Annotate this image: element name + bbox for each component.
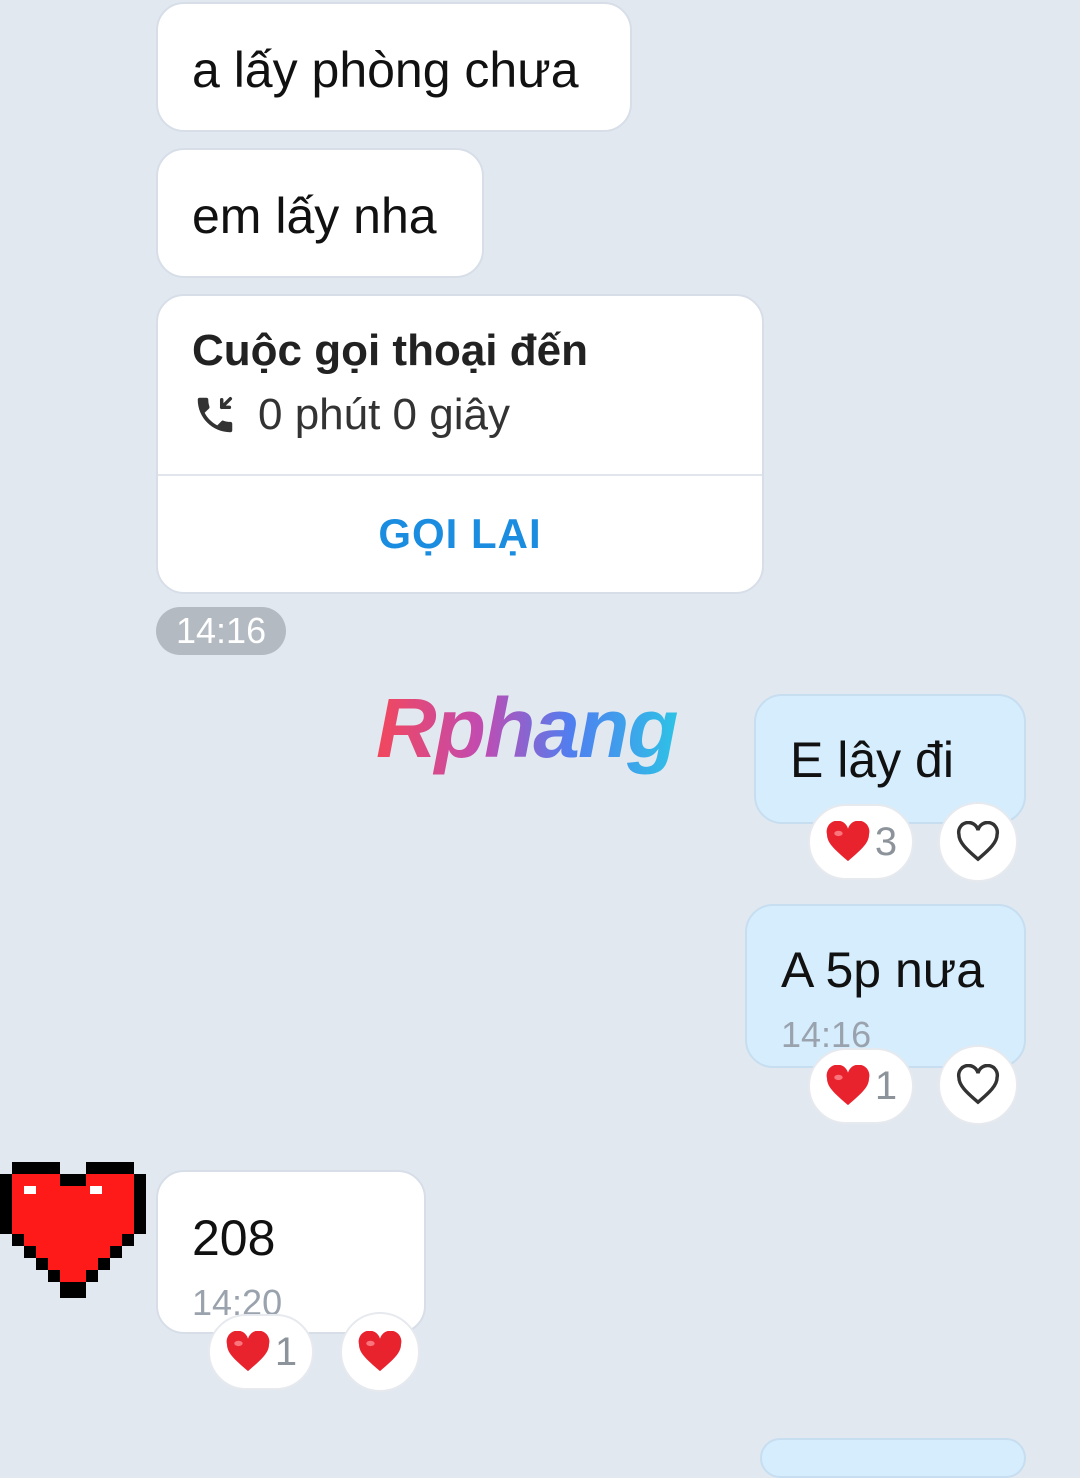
call-duration: 0 phút 0 giây xyxy=(258,390,510,439)
message-bubble-incoming[interactable]: a lấy phòng chưa xyxy=(156,2,632,132)
reaction-summary[interactable]: 3 xyxy=(808,804,914,880)
message-text: 208 xyxy=(192,1210,276,1266)
reaction-count: 1 xyxy=(274,1329,298,1374)
heart-icon xyxy=(826,1065,870,1106)
reaction-count: 3 xyxy=(874,819,898,864)
call-back-button[interactable]: GỌI LẠI xyxy=(158,476,762,592)
heart-outline-icon xyxy=(956,1064,1000,1105)
react-button[interactable] xyxy=(938,802,1018,882)
heart-outline-icon xyxy=(956,821,1000,862)
pixel-heart-avatar-icon xyxy=(0,1162,146,1298)
time-chip: 14:16 xyxy=(156,607,287,655)
call-title: Cuộc gọi thoại đến xyxy=(192,326,588,375)
react-button[interactable] xyxy=(340,1312,420,1392)
reaction-count: 1 xyxy=(874,1063,898,1108)
message-bubble-incoming[interactable]: em lấy nha xyxy=(156,148,484,278)
heart-icon xyxy=(358,1331,402,1372)
message-text: A 5p nưa xyxy=(781,942,985,998)
message-bubble-incoming[interactable]: 208 14:20 xyxy=(156,1170,426,1334)
incoming-call-icon xyxy=(197,396,233,433)
reaction-summary[interactable]: 1 xyxy=(808,1048,914,1124)
reaction-summary[interactable]: 1 xyxy=(208,1314,314,1390)
message-text: a lấy phòng chưa xyxy=(192,42,579,98)
avatar[interactable] xyxy=(0,1162,146,1303)
message-bubble-outgoing[interactable] xyxy=(760,1438,1026,1478)
call-duration-row: 0 phút 0 giây xyxy=(192,390,510,440)
heart-icon xyxy=(826,821,870,862)
heart-icon xyxy=(226,1331,270,1372)
message-text: E lây đi xyxy=(790,732,954,788)
message-text: em lấy nha xyxy=(192,188,437,244)
watermark-logo: Rphang xyxy=(376,681,679,775)
call-card: Cuộc gọi thoại đến 0 phút 0 giây GỌI LẠI xyxy=(156,294,764,594)
message-bubble-outgoing[interactable]: A 5p nưa 14:16 xyxy=(745,904,1026,1068)
react-button[interactable] xyxy=(938,1045,1018,1125)
